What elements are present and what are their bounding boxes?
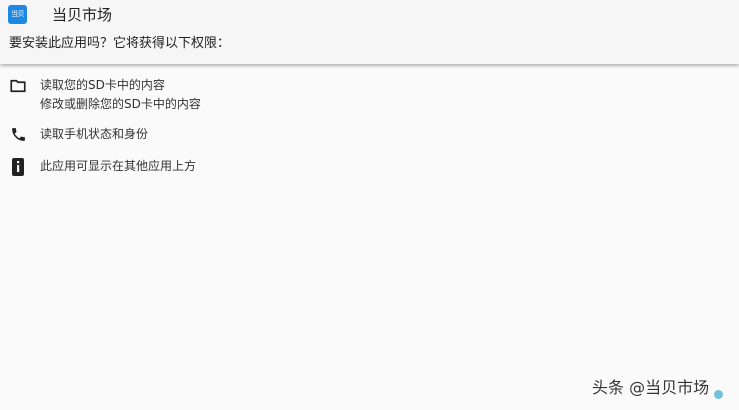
install-header: 当贝 当贝市场 要安装此应用吗？它将获得以下权限：: [0, 0, 739, 64]
permission-line: 此应用可显示在其他应用上方: [40, 159, 197, 173]
window-info-icon: [0, 157, 40, 177]
permission-line: 读取手机状态和身份: [40, 127, 149, 141]
permission-line: 读取您的SD卡中的内容: [40, 78, 165, 92]
phone-icon: [0, 125, 40, 143]
permission-line: 修改或删除您的SD卡中的内容: [40, 97, 201, 111]
app-name: 当贝市场: [52, 6, 113, 24]
permission-overlay: 此应用可显示在其他应用上方: [0, 157, 739, 187]
watermark: 头条 @当贝市场: [592, 378, 710, 397]
install-question: 要安装此应用吗？它将获得以下权限：: [9, 36, 231, 51]
watermark-dot-icon: [714, 390, 723, 399]
folder-icon: [0, 76, 40, 95]
permission-phone: 读取手机状态和身份: [0, 125, 739, 157]
permission-list: 读取您的SD卡中的内容 修改或删除您的SD卡中的内容 读取手机状态和身份 此应用…: [0, 76, 739, 187]
app-icon: 当贝: [8, 5, 27, 24]
permission-storage: 读取您的SD卡中的内容 修改或删除您的SD卡中的内容: [0, 76, 739, 120]
